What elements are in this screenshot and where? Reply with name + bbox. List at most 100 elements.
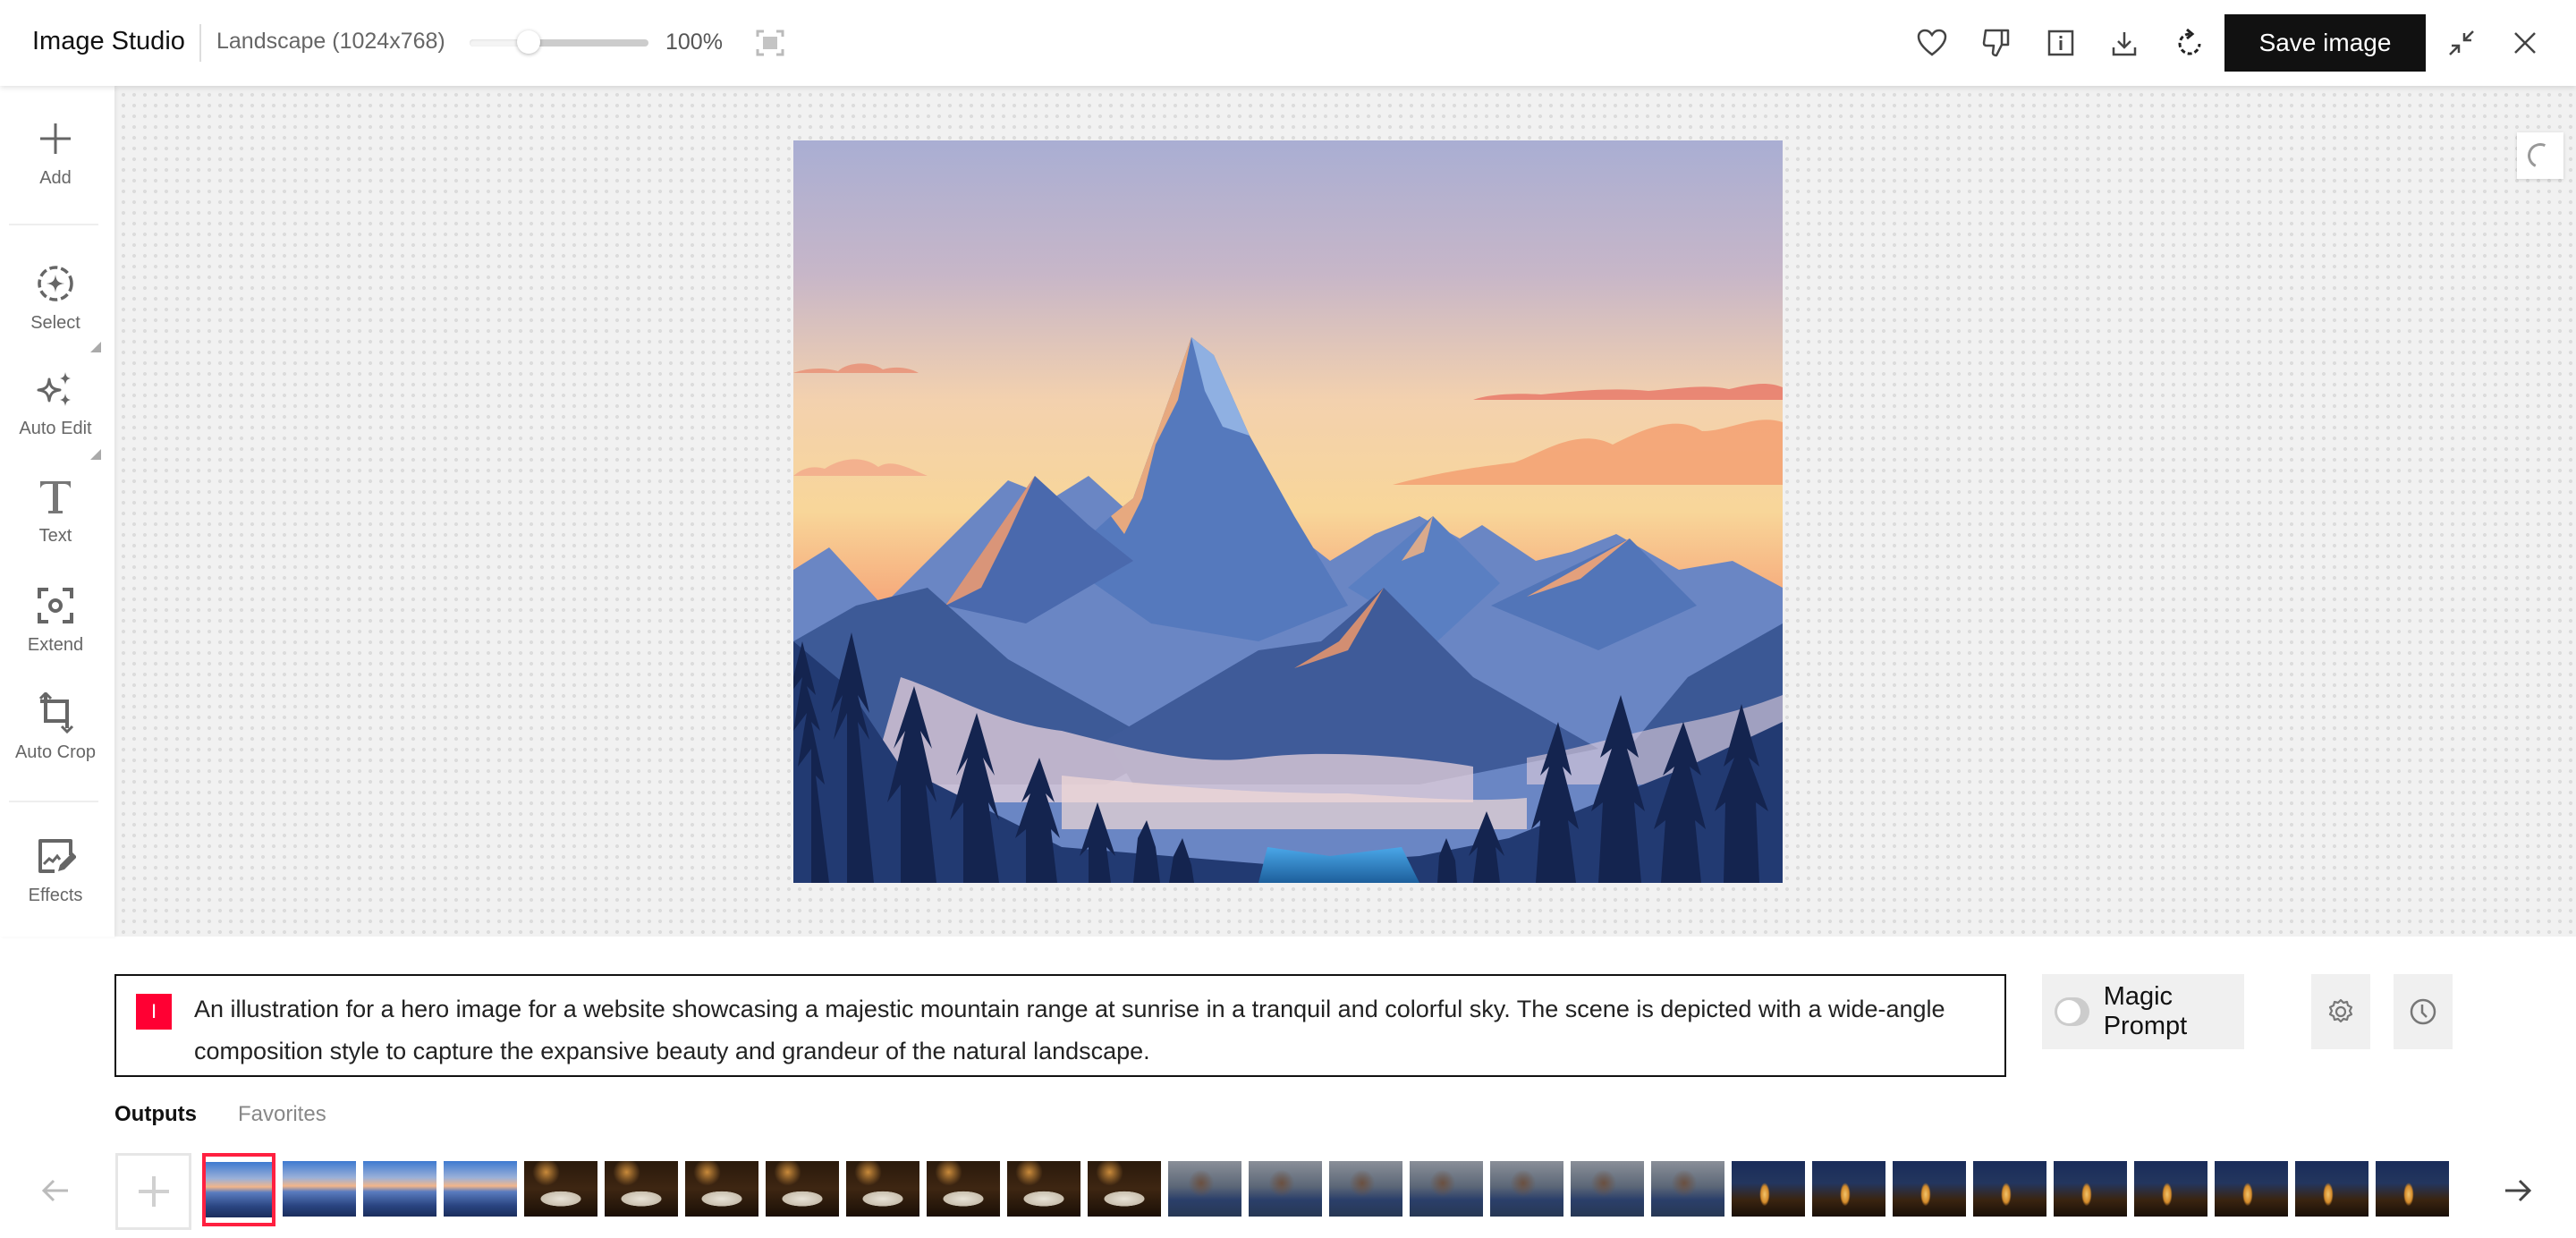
thumbnail-mountain[interactable] <box>444 1161 517 1217</box>
thumbnail-candles[interactable] <box>2215 1161 2288 1217</box>
tool-add[interactable]: Add <box>0 118 111 189</box>
thumbnail-candles[interactable] <box>1893 1161 1966 1217</box>
thumbnail-image <box>1893 1161 1966 1217</box>
sidebar-divider <box>9 801 98 802</box>
tool-label: Auto Edit <box>19 419 92 438</box>
thumbnail-mountain[interactable] <box>283 1161 356 1217</box>
tab-favorites[interactable]: Favorites <box>238 1102 326 1127</box>
fit-to-screen-button[interactable] <box>756 30 784 56</box>
tool-extend[interactable]: Extend <box>0 585 111 656</box>
save-image-button[interactable]: Save image <box>2224 14 2426 72</box>
thumbs-down-icon <box>1982 29 2010 57</box>
collapse-button[interactable] <box>2444 25 2479 61</box>
prompt-text[interactable]: An illustration for a hero image for a w… <box>194 988 1983 1073</box>
thumbnail-headphones[interactable] <box>1651 1161 1724 1217</box>
thumbnail-mountain[interactable] <box>202 1153 275 1226</box>
select-sparkle-icon <box>38 266 73 301</box>
sidebar-divider <box>9 224 98 225</box>
tool-select[interactable]: Select <box>0 263 111 334</box>
download-button[interactable] <box>2106 25 2142 61</box>
thumbnail-image <box>1732 1161 1805 1217</box>
regenerate-button[interactable] <box>2172 25 2207 61</box>
thumbnail-dinner[interactable] <box>524 1161 597 1217</box>
thumbnail-headphones[interactable] <box>1490 1161 1563 1217</box>
thumbnail-image <box>444 1161 517 1217</box>
info-icon <box>2047 30 2074 56</box>
thumbnail-candles[interactable] <box>2054 1161 2127 1217</box>
favorite-button[interactable] <box>1914 25 1950 61</box>
crop-icon <box>38 692 74 733</box>
thumbnail-image <box>1651 1161 1724 1217</box>
thumbnail-headphones[interactable] <box>1329 1161 1402 1217</box>
thumbnail-image <box>1812 1161 1885 1217</box>
close-button[interactable] <box>2507 25 2543 61</box>
thumbnail-image <box>846 1161 919 1217</box>
fit-screen-icon <box>756 30 784 56</box>
tab-outputs[interactable]: Outputs <box>114 1102 197 1127</box>
tool-label: Effects <box>28 886 83 905</box>
thumbnail-image <box>2376 1161 2449 1217</box>
tool-auto-crop[interactable]: Auto Crop <box>0 692 111 763</box>
strip-prev-button[interactable] <box>38 1173 73 1208</box>
thumbnail-mountain[interactable] <box>363 1161 436 1217</box>
info-button[interactable] <box>2043 25 2079 61</box>
thumbnail-candles[interactable] <box>1812 1161 1885 1217</box>
thumbnail-image <box>1571 1161 1644 1217</box>
thumbnail-image <box>927 1161 1000 1217</box>
generated-image[interactable] <box>793 140 1783 883</box>
plus-icon <box>40 123 71 154</box>
thumbnail-candles[interactable] <box>2295 1161 2368 1217</box>
thumbnail-image <box>524 1161 597 1217</box>
history-button[interactable] <box>2394 974 2453 1049</box>
zoom-slider-thumb[interactable] <box>517 30 540 54</box>
bottom-panel: I An illustration for a hero image for a… <box>0 937 2576 1238</box>
thumbnail-image <box>1410 1161 1483 1217</box>
thumbnail-image <box>2134 1161 2207 1217</box>
select-expand-corner[interactable] <box>90 342 101 352</box>
thumbnail-candles[interactable] <box>1732 1161 1805 1217</box>
toggle-switch[interactable] <box>2055 997 2089 1026</box>
tool-label: Text <box>38 526 72 546</box>
thumbnail-dinner[interactable] <box>685 1161 758 1217</box>
thumbnail-candles[interactable] <box>2376 1161 2449 1217</box>
thumbnail-dinner[interactable] <box>766 1161 839 1217</box>
extend-icon <box>38 588 73 623</box>
thumbnail-headphones[interactable] <box>1410 1161 1483 1217</box>
thumbnail-dinner[interactable] <box>846 1161 919 1217</box>
thumbnail-dinner[interactable] <box>1007 1161 1080 1217</box>
thumbnail-image <box>1088 1161 1161 1217</box>
thumbnail-headphones[interactable] <box>1571 1161 1644 1217</box>
add-image-tile[interactable] <box>115 1153 191 1230</box>
regenerate-icon <box>2178 29 2201 55</box>
thumbnail-headphones[interactable] <box>1168 1161 1241 1217</box>
magic-prompt-label: Magic Prompt <box>2103 982 2188 1040</box>
thumbnail-image <box>1490 1161 1563 1217</box>
thumbnail-image <box>2215 1161 2288 1217</box>
tool-label: Auto Crop <box>14 742 97 762</box>
tool-text[interactable]: Text <box>0 476 111 547</box>
thumbnail-dinner[interactable] <box>1088 1161 1161 1217</box>
dislike-button[interactable] <box>1979 25 2014 61</box>
zoom-value: 100% <box>665 30 723 55</box>
spinner-icon <box>2524 140 2556 172</box>
canvas-area[interactable] <box>114 86 2576 937</box>
thumbnail-dinner[interactable] <box>605 1161 678 1217</box>
thumbnail-image <box>1168 1161 1241 1217</box>
magic-prompt-toggle[interactable]: Magic Prompt <box>2042 974 2244 1049</box>
thumbnail-image <box>1007 1161 1080 1217</box>
auto-edit-expand-corner[interactable] <box>90 449 101 460</box>
thumbnail-image <box>766 1161 839 1217</box>
canvas-size-selector[interactable]: Landscape (1024x768) <box>216 29 445 55</box>
strip-next-button[interactable] <box>2500 1173 2536 1208</box>
settings-button[interactable] <box>2311 974 2370 1049</box>
tool-label: Add <box>39 168 72 188</box>
thumbnail-dinner[interactable] <box>927 1161 1000 1217</box>
thumbnail-headphones[interactable] <box>1249 1161 1322 1217</box>
tool-auto-edit[interactable]: Auto Edit <box>0 369 111 439</box>
tool-effects[interactable]: Effects <box>0 835 111 906</box>
zoom-slider[interactable] <box>470 30 648 54</box>
thumbnail-candles[interactable] <box>1973 1161 2046 1217</box>
top-toolbar: Image Studio Landscape (1024x768) 100% S… <box>0 0 2576 86</box>
thumbnail-candles[interactable] <box>2134 1161 2207 1217</box>
prompt-input[interactable]: I An illustration for a hero image for a… <box>114 974 2006 1077</box>
